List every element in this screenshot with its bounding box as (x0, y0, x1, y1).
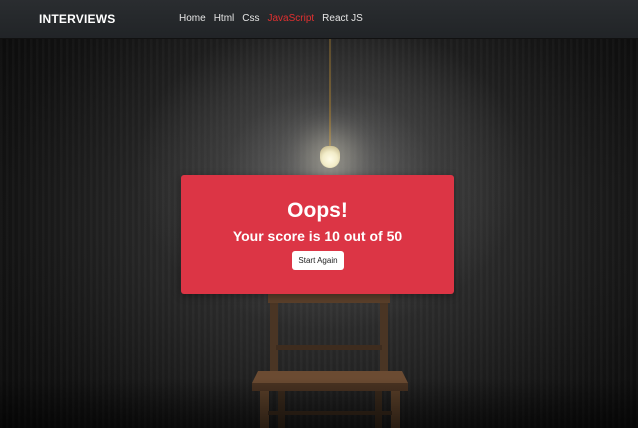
brand-logo[interactable]: INTERVIEWS (39, 12, 115, 26)
top-navbar: INTERVIEWS Home Html Css JavaScript Reac… (0, 0, 638, 39)
result-card: Oops! Your score is 10 out of 50 Start A… (181, 175, 454, 294)
nav-link-html[interactable]: Html (214, 13, 235, 24)
nav-link-css[interactable]: Css (242, 13, 259, 24)
lamp-cord (329, 38, 331, 150)
nav-link-home[interactable]: Home (179, 13, 206, 24)
floor-shadow (0, 378, 638, 428)
result-title: Oops! (287, 199, 348, 222)
light-bulb-image (320, 146, 340, 168)
nav-link-javascript[interactable]: JavaScript (267, 13, 314, 24)
score-text: Your score is 10 out of 50 (232, 228, 403, 244)
nav-link-react-js[interactable]: React JS (322, 13, 363, 24)
start-again-button[interactable]: Start Again (292, 251, 344, 270)
nav-menu: Home Html Css JavaScript React JS (179, 13, 363, 24)
